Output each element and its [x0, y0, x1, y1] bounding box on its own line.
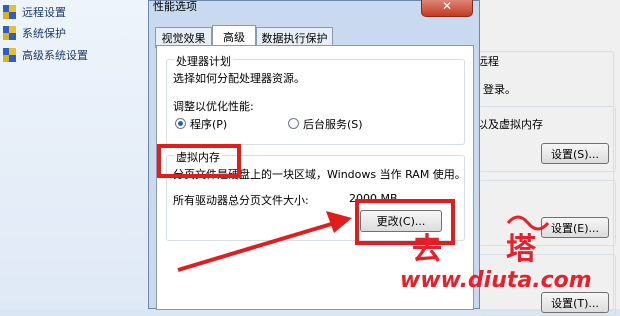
watermark-brand: 去塔	[412, 232, 600, 267]
watermark-url: www.diuta.com	[400, 268, 592, 293]
arrow-shaft	[177, 220, 339, 272]
arrow-head	[326, 211, 352, 233]
